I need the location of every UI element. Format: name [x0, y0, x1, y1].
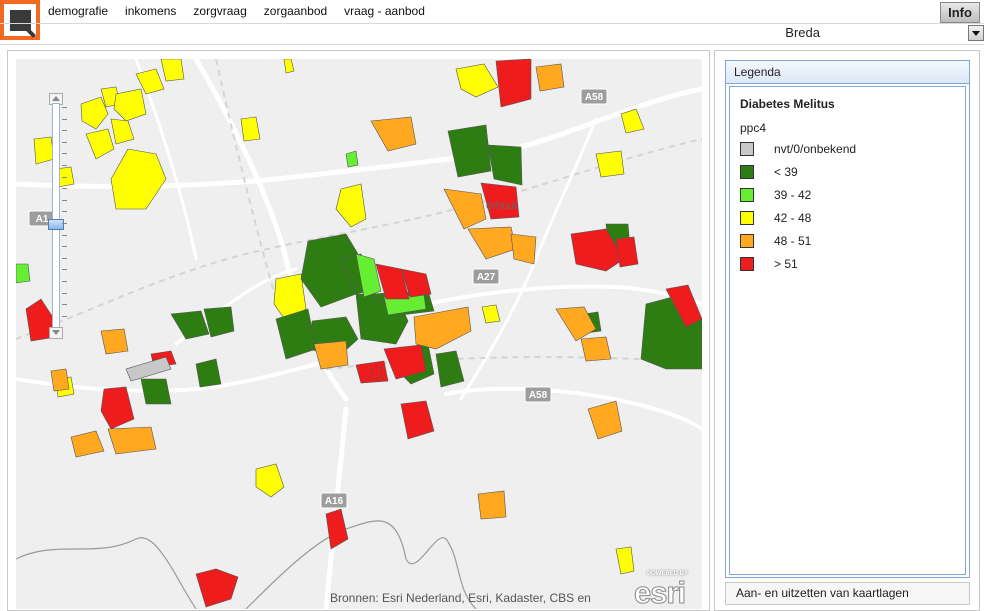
legend-swatch	[740, 211, 754, 225]
legend-label: 42 - 48	[774, 211, 812, 225]
map-view[interactable]: A58 A27 A58 A16 A1 erhout Bronnen: Esri Neder…	[16, 59, 702, 609]
nav-vraag-aanbod[interactable]: vraag - aanbod	[344, 4, 425, 20]
road-shield-label: A1	[36, 214, 49, 225]
road-shield: A16	[320, 492, 348, 509]
map-attribution: Bronnen: Esri Nederland, Esri, Kadaster,…	[330, 591, 591, 605]
chevron-down-icon[interactable]	[968, 25, 984, 41]
legend-item: < 39	[740, 164, 798, 180]
legend-swatch	[740, 165, 754, 179]
top-nav: demografie inkomens zorgvraag zorgaanbod…	[48, 4, 425, 20]
legend-subtitle: ppc4	[740, 121, 767, 135]
zoom-track[interactable]	[52, 103, 60, 329]
map-panel: A58 A27 A58 A16 A1 erhout Bronnen: Esri Neder…	[7, 50, 710, 611]
road-shield: A58	[524, 386, 552, 403]
legend-item: > 51	[740, 256, 798, 272]
esri-logo-text: esri	[633, 575, 686, 610]
legend-title: Diabetes Melitus	[740, 97, 835, 111]
zoom-slider[interactable]	[48, 93, 67, 339]
legend-swatch	[740, 257, 754, 271]
road-shield: A27	[472, 268, 500, 285]
legend-panel: Legenda Diabetes Melitus ppc4 nvt/0/onbe…	[714, 50, 980, 611]
zoom-out-button[interactable]	[49, 327, 63, 339]
legend-item: 48 - 51	[740, 233, 811, 249]
legend-label: < 39	[774, 165, 798, 179]
nav-demografie[interactable]: demografie	[48, 4, 108, 20]
header-divider	[0, 23, 984, 24]
place-label: erhout	[486, 200, 517, 212]
city-select[interactable]: Breda	[704, 25, 984, 42]
road-shield-label: A58	[529, 390, 548, 401]
toolbar-divider	[0, 44, 984, 45]
legend-box: Legenda Diabetes Melitus ppc4 nvt/0/onbe…	[725, 60, 970, 578]
legend-swatch	[740, 234, 754, 248]
road-shield-label: A16	[325, 496, 344, 507]
legend-swatch	[740, 188, 754, 202]
road-shield-label: A58	[585, 92, 604, 103]
nav-zorgvraag[interactable]: zorgvraag	[193, 4, 246, 20]
legend-header[interactable]: Legenda	[726, 61, 969, 84]
legend-label: nvt/0/onbekend	[774, 142, 857, 156]
nav-zorgaanbod[interactable]: zorgaanbod	[264, 4, 327, 20]
zoom-thumb[interactable]	[48, 219, 64, 230]
legend-item: 42 - 48	[740, 210, 811, 226]
legend-label: > 51	[774, 257, 798, 271]
map-canvas: A58 A27 A58 A16 A1 erhout	[16, 59, 702, 609]
toggle-map-layers-button[interactable]: Aan- en uitzetten van kaartlagen	[725, 582, 970, 605]
road-shield-label: A27	[477, 272, 496, 283]
esri-logo: POWERED BY esri	[632, 571, 694, 610]
legend-label: 39 - 42	[774, 188, 812, 202]
legend-item: nvt/0/onbekend	[740, 141, 856, 157]
legend-item: 39 - 42	[740, 187, 811, 203]
road-shield: A58	[580, 88, 608, 105]
app-logo[interactable]	[0, 0, 40, 40]
info-button[interactable]: Info	[940, 2, 980, 23]
city-select-value: Breda	[785, 25, 820, 40]
legend-swatch	[740, 142, 754, 156]
legend-content: Diabetes Melitus ppc4 nvt/0/onbekend < 39…	[729, 86, 966, 575]
nav-inkomens[interactable]: inkomens	[125, 4, 176, 20]
legend-label: 48 - 51	[774, 234, 812, 248]
